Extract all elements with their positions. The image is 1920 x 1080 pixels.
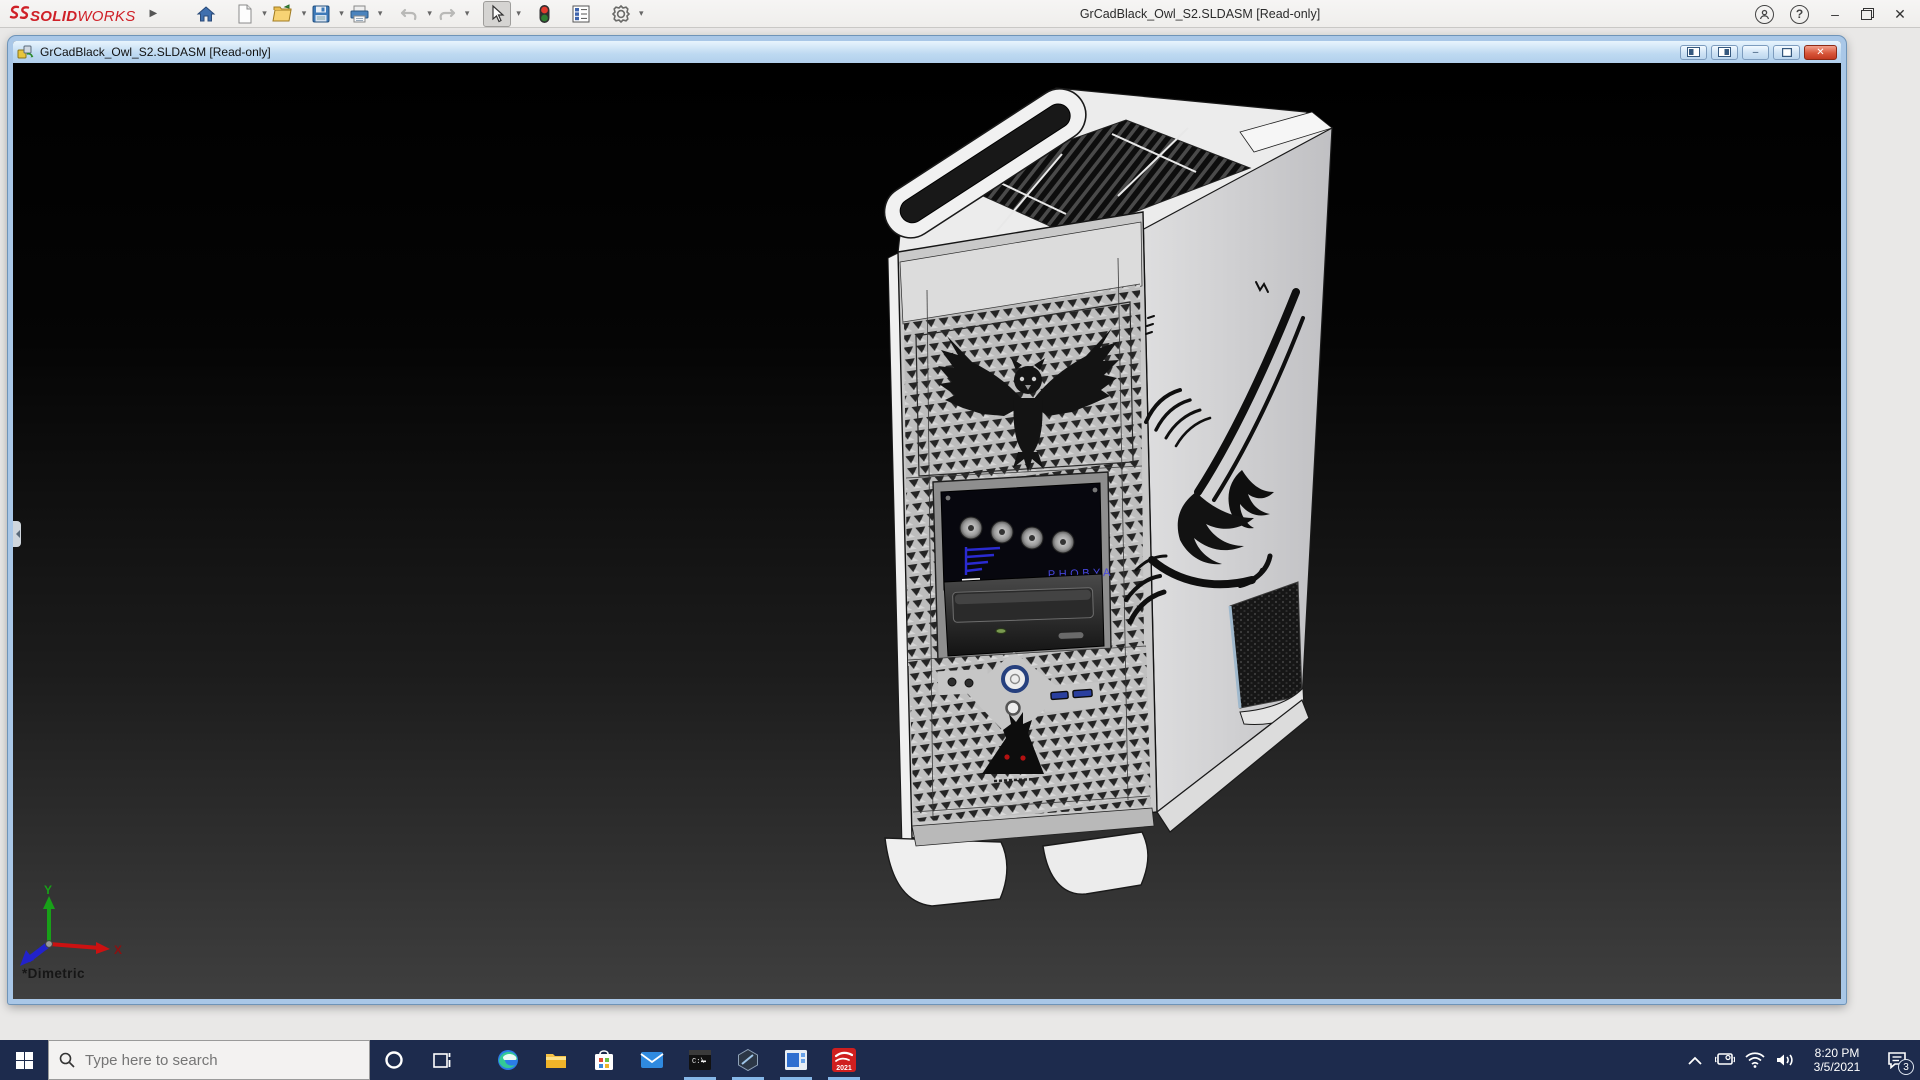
document-window: GrCadBlack_Owl_S2.SLDASM [Read-only] – ✕ <box>8 36 1846 1004</box>
tray-clock[interactable]: 8:20 PM 3/5/2021 <box>1800 1046 1874 1074</box>
redo-dropdown[interactable]: ▾ <box>465 8 470 19</box>
model-pc-case: PHOBYA <box>883 87 1334 907</box>
options-dropdown[interactable]: ▾ <box>639 8 644 19</box>
save-button[interactable] <box>308 2 334 26</box>
triad-x-label: X <box>114 943 122 957</box>
search-icon <box>59 1052 75 1068</box>
tray-display-icon[interactable] <box>1710 1040 1740 1080</box>
tray-date: 3/5/2021 <box>1813 1060 1861 1074</box>
notification-badge: 3 <box>1898 1059 1914 1075</box>
solidworks-icon[interactable]: 2021 <box>820 1040 868 1080</box>
terminal-icon[interactable]: C:\ <box>676 1040 724 1080</box>
hex-app-icon[interactable] <box>724 1040 772 1080</box>
doc-close-button[interactable]: ✕ <box>1804 44 1837 60</box>
print-button[interactable] <box>346 2 373 26</box>
taskbar: C:\ 2021 <box>0 1040 1920 1080</box>
save-dropdown[interactable]: ▾ <box>339 8 344 19</box>
triad-y-label: Y <box>44 883 52 897</box>
store-icon[interactable] <box>580 1040 628 1080</box>
assembly-file-icon <box>17 45 34 59</box>
brand-solid: SOLID <box>30 7 78 25</box>
select-button[interactable] <box>483 0 512 27</box>
app-titlebar: SOLID WORKS ▶ ▾ ▾ ▾ ▾ ▾ ▾ ▾ ▾ GrCadBlack… <box>0 0 1920 28</box>
print-dropdown[interactable]: ▾ <box>378 8 383 19</box>
document-title: GrCadBlack_Owl_S2.SLDASM [Read-only] <box>40 45 271 59</box>
undo-button[interactable] <box>396 3 422 25</box>
open-dropdown[interactable]: ▾ <box>302 8 307 19</box>
tray-chevron-icon[interactable] <box>1680 1040 1710 1080</box>
doc-minimize-button[interactable]: – <box>1742 44 1769 60</box>
ds-logo-icon <box>9 5 30 19</box>
file-explorer-icon[interactable] <box>532 1040 580 1080</box>
doc-tile-right-button[interactable] <box>1711 44 1738 60</box>
select-dropdown[interactable]: ▾ <box>516 8 521 19</box>
solidworks-logo: SOLID WORKS <box>8 3 136 25</box>
app-close-button[interactable]: ✕ <box>1890 6 1910 23</box>
wifi-icon[interactable] <box>1740 1040 1770 1080</box>
document-titlebar[interactable]: GrCadBlack_Owl_S2.SLDASM [Read-only] – ✕ <box>13 41 1841 63</box>
taskbar-search[interactable] <box>48 1040 370 1080</box>
options-button[interactable] <box>608 2 634 26</box>
new-document-button[interactable] <box>233 2 257 26</box>
doc-maximize-button[interactable] <box>1773 44 1800 60</box>
quick-toolbar: ▾ ▾ ▾ ▾ ▾ ▾ ▾ ▾ <box>193 0 644 27</box>
cortana-button[interactable] <box>370 1040 418 1080</box>
new-document-dropdown[interactable]: ▾ <box>262 8 267 19</box>
brand-works: WORKS <box>77 7 136 25</box>
task-view-button[interactable] <box>418 1040 466 1080</box>
search-input[interactable] <box>85 1051 335 1069</box>
desktop: SOLID WORKS ▶ ▾ ▾ ▾ ▾ ▾ ▾ ▾ ▾ GrCadBlack… <box>0 0 1920 1080</box>
tray-time: 8:20 PM <box>1814 1046 1860 1060</box>
undo-dropdown[interactable]: ▾ <box>427 8 432 19</box>
orientation-triad[interactable]: Y X <box>18 882 128 972</box>
app-minimize-button[interactable]: – <box>1825 6 1845 22</box>
start-button[interactable] <box>0 1040 48 1080</box>
app-window-icon[interactable] <box>772 1040 820 1080</box>
help-icon[interactable]: ? <box>1790 4 1809 24</box>
account-icon[interactable] <box>1755 4 1774 24</box>
edge-icon[interactable] <box>484 1040 532 1080</box>
doc-tile-left-button[interactable] <box>1680 44 1707 60</box>
home-button[interactable] <box>193 2 219 26</box>
volume-icon[interactable] <box>1770 1040 1800 1080</box>
app-title: GrCadBlack_Owl_S2.SLDASM [Read-only] <box>1079 7 1321 21</box>
redo-button[interactable] <box>434 3 460 25</box>
brand-expand-arrow[interactable]: ▶ <box>150 8 158 19</box>
app-restore-button[interactable] <box>1861 8 1874 20</box>
svg-text:2021: 2021 <box>836 1065 852 1072</box>
featuretree-collapse-arrow[interactable] <box>13 521 21 547</box>
action-center-button[interactable]: 3 <box>1874 1040 1920 1080</box>
viewport-canvas[interactable]: PHOBYA <box>13 63 1841 999</box>
display-report-button[interactable] <box>568 2 594 26</box>
rebuild-button[interactable] <box>535 2 554 26</box>
mail-icon[interactable] <box>628 1040 676 1080</box>
open-button[interactable] <box>269 2 297 26</box>
